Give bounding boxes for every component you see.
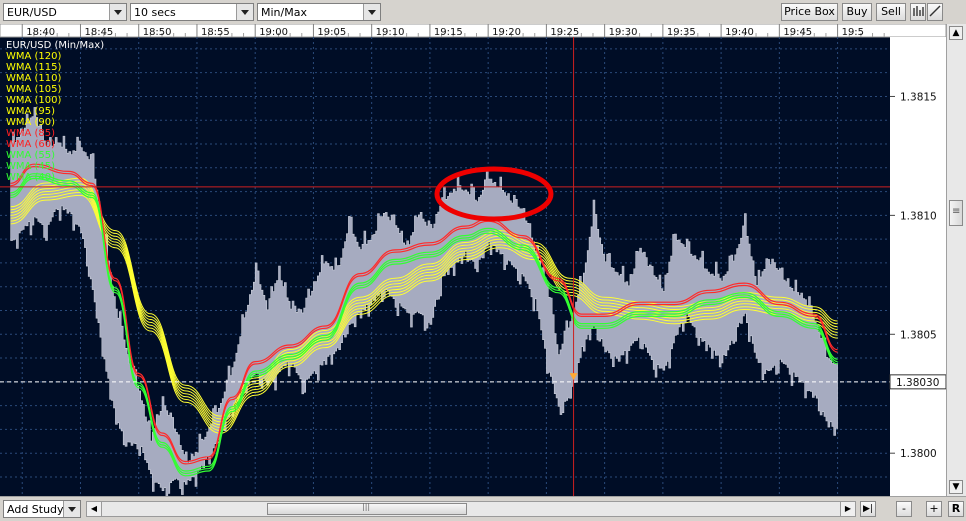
legend-item: WMA (105)	[6, 84, 62, 95]
legend-item: WMA (85)	[6, 128, 55, 139]
horizontal-scroll-thumb[interactable]	[267, 502, 467, 515]
zoom-in-button[interactable]: +	[926, 501, 942, 517]
price-chart[interactable]: 18:40 18:45 18:50 18:55 19:00 19:05 19:10 19:15…	[0, 23, 947, 500]
zoom-out-button[interactable]: -	[896, 501, 912, 517]
symbol-dropdown-icon[interactable]	[109, 4, 126, 20]
legend-item: WMA (60)	[6, 139, 55, 150]
legend-item: WMA (95)	[6, 106, 55, 117]
vertical-scrollbar[interactable]: ▲ ▼	[946, 24, 966, 496]
time-axis-label: 18:55	[201, 27, 230, 38]
buy-button[interactable]: Buy	[842, 3, 872, 21]
chart-toolbar: EUR/USD 10 secs Min/Max Price Box Buy Se…	[0, 0, 966, 25]
legend-item: WMA (110)	[6, 73, 62, 84]
time-axis-label: 19:00	[259, 27, 288, 38]
time-axis-label: 19:20	[492, 27, 521, 38]
symbol-select[interactable]: EUR/USD	[3, 3, 127, 21]
add-study-label: Add Study	[7, 503, 64, 516]
mode-dropdown-icon[interactable]	[363, 4, 380, 20]
symbol-value: EUR/USD	[7, 6, 57, 19]
time-axis-label: 19:10	[376, 27, 405, 38]
mode-select[interactable]: Min/Max	[257, 3, 381, 21]
time-axis-label: 19:35	[667, 27, 696, 38]
mode-value: Min/Max	[261, 6, 307, 19]
legend-title: EUR/USD (Min/Max)	[6, 40, 104, 51]
time-axis-label: 19:5	[842, 27, 864, 38]
price-axis-label: 1.3815	[900, 91, 937, 103]
reset-button[interactable]: R	[948, 501, 964, 517]
time-axis-label: 18:40	[26, 27, 55, 38]
horizontal-scrollbar[interactable]: ◀ ▶	[86, 501, 856, 517]
time-axis-label: 19:25	[550, 27, 579, 38]
draw-line-tool-button[interactable]	[927, 3, 943, 21]
add-study-select[interactable]: Add Study	[3, 500, 81, 518]
price-axis-label: 1.3800	[900, 448, 937, 460]
chart-canvas[interactable]: 18:40 18:45 18:50 18:55 19:00 19:05 19:10 19:15…	[0, 23, 947, 500]
sell-button[interactable]: Sell	[876, 3, 906, 21]
interval-value: 10 secs	[134, 6, 176, 19]
price-axis-label: 1.3810	[900, 210, 937, 222]
chart-bottom-bar: Add Study ◀ ▶ ▶| - + R	[0, 496, 966, 521]
scroll-left-arrow-icon[interactable]: ◀	[87, 502, 102, 516]
draw-line-icon	[929, 5, 941, 17]
price-axis-strip	[890, 37, 946, 496]
add-study-dropdown-icon[interactable]	[63, 501, 80, 517]
time-axis-label: 18:45	[84, 27, 113, 38]
scroll-down-arrow-icon[interactable]: ▼	[949, 480, 963, 494]
time-axis-label: 19:45	[783, 27, 812, 38]
scroll-right-arrow-icon[interactable]: ▶	[840, 502, 855, 516]
legend-item: WMA (55)	[6, 150, 55, 161]
price-axis-label: 1.3805	[900, 329, 937, 341]
legend-item: WMA (45)	[6, 161, 55, 172]
price-box-button[interactable]: Price Box	[781, 3, 838, 21]
scroll-up-arrow-icon[interactable]: ▲	[949, 26, 963, 40]
interval-select[interactable]: 10 secs	[130, 3, 254, 21]
time-axis-label: 19:05	[317, 27, 346, 38]
time-axis-label: 18:50	[143, 27, 172, 38]
bar-chart-icon	[913, 6, 924, 16]
time-axis-label: 19:30	[609, 27, 638, 38]
legend-item: WMA (120)	[6, 51, 62, 62]
vertical-scroll-thumb[interactable]	[949, 200, 963, 226]
time-axis-label: 19:15	[434, 27, 463, 38]
legend-item: WMA (40)	[6, 172, 55, 183]
bar-chart-tool-button[interactable]	[910, 3, 926, 21]
legend-item: WMA (100)	[6, 95, 62, 106]
interval-dropdown-icon[interactable]	[236, 4, 253, 20]
scroll-end-button[interactable]: ▶|	[860, 501, 876, 517]
current-price-label: 1.38030	[896, 377, 939, 389]
legend-item: WMA (115)	[6, 62, 62, 73]
time-axis-label: 19:40	[725, 27, 754, 38]
legend-item: WMA (90)	[6, 117, 55, 128]
